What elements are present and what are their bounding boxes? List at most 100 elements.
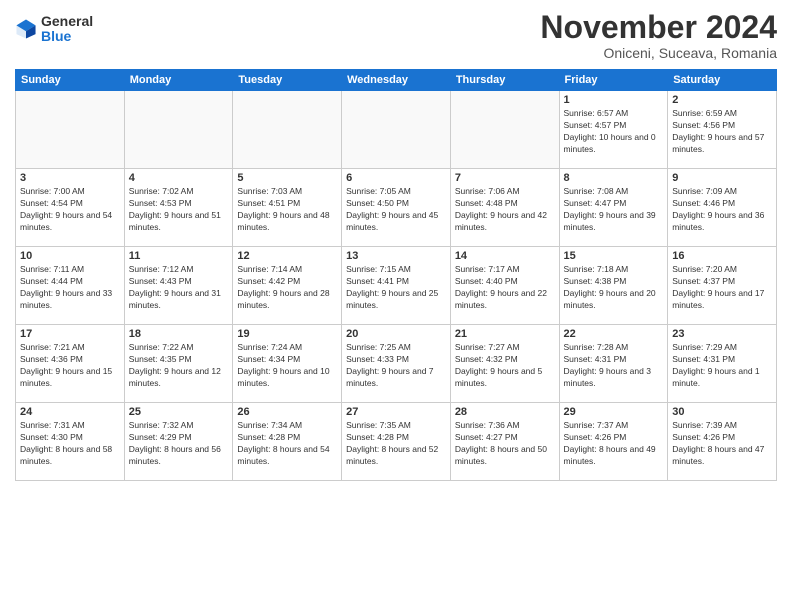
calendar-cell: 8 Sunrise: 7:08 AM Sunset: 4:47 PM Daylig… [559, 169, 668, 247]
day-number: 30 [672, 406, 772, 418]
day-info: Sunrise: 7:39 AM Sunset: 4:26 PM Dayligh… [672, 420, 772, 468]
calendar-cell: 16 Sunrise: 7:20 AM Sunset: 4:37 PM Dayli… [668, 247, 777, 325]
day-info: Sunrise: 7:28 AM Sunset: 4:31 PM Dayligh… [564, 342, 664, 390]
calendar-cell: 7 Sunrise: 7:06 AM Sunset: 4:48 PM Daylig… [450, 169, 559, 247]
day-info: Sunrise: 7:31 AM Sunset: 4:30 PM Dayligh… [20, 420, 120, 468]
calendar-cell: 9 Sunrise: 7:09 AM Sunset: 4:46 PM Daylig… [668, 169, 777, 247]
day-info: Sunrise: 7:14 AM Sunset: 4:42 PM Dayligh… [237, 264, 337, 312]
day-info: Sunrise: 7:15 AM Sunset: 4:41 PM Dayligh… [346, 264, 446, 312]
col-thursday: Thursday [450, 70, 559, 91]
day-number: 7 [455, 172, 555, 184]
day-number: 11 [129, 250, 229, 262]
calendar-cell [233, 91, 342, 169]
day-number: 10 [20, 250, 120, 262]
day-info: Sunrise: 7:37 AM Sunset: 4:26 PM Dayligh… [564, 420, 664, 468]
calendar-cell: 29 Sunrise: 7:37 AM Sunset: 4:26 PM Dayli… [559, 403, 668, 481]
day-info: Sunrise: 7:36 AM Sunset: 4:27 PM Dayligh… [455, 420, 555, 468]
day-number: 4 [129, 172, 229, 184]
calendar-table: Sunday Monday Tuesday Wednesday Thursday… [15, 69, 777, 481]
calendar-cell: 2Sunrise: 6:59 AM Sunset: 4:56 PM Daylig… [668, 91, 777, 169]
day-number: 5 [237, 172, 337, 184]
col-saturday: Saturday [668, 70, 777, 91]
calendar-cell: 28 Sunrise: 7:36 AM Sunset: 4:27 PM Dayli… [450, 403, 559, 481]
day-info: Sunrise: 7:00 AM Sunset: 4:54 PM Dayligh… [20, 186, 120, 234]
calendar-cell: 21 Sunrise: 7:27 AM Sunset: 4:32 PM Dayli… [450, 325, 559, 403]
calendar-cell: 4 Sunrise: 7:02 AM Sunset: 4:53 PM Daylig… [124, 169, 233, 247]
calendar-cell: 12 Sunrise: 7:14 AM Sunset: 4:42 PM Dayli… [233, 247, 342, 325]
calendar-week-row-5: 24 Sunrise: 7:31 AM Sunset: 4:30 PM Dayli… [16, 403, 777, 481]
calendar-cell: 20 Sunrise: 7:25 AM Sunset: 4:33 PM Dayli… [342, 325, 451, 403]
day-number: 26 [237, 406, 337, 418]
day-info: Sunrise: 7:21 AM Sunset: 4:36 PM Dayligh… [20, 342, 120, 390]
day-number: 17 [20, 328, 120, 340]
calendar-header-row: Sunday Monday Tuesday Wednesday Thursday… [16, 70, 777, 91]
day-number: 20 [346, 328, 446, 340]
calendar-cell [450, 91, 559, 169]
day-number: 27 [346, 406, 446, 418]
calendar-cell: 5Sunrise: 7:03 AM Sunset: 4:51 PM Daylig… [233, 169, 342, 247]
calendar-week-row-1: 1 Sunrise: 6:57 AM Sunset: 4:57 PM Daylig… [16, 91, 777, 169]
calendar-week-row-3: 10 Sunrise: 7:11 AM Sunset: 4:44 PM Dayli… [16, 247, 777, 325]
day-info: Sunrise: 7:18 AM Sunset: 4:38 PM Dayligh… [564, 264, 664, 312]
calendar-cell: 27 Sunrise: 7:35 AM Sunset: 4:28 PM Dayli… [342, 403, 451, 481]
day-number: 6 [346, 172, 446, 184]
day-number: 16 [672, 250, 772, 262]
calendar-cell: 1 Sunrise: 6:57 AM Sunset: 4:57 PM Daylig… [559, 91, 668, 169]
day-number: 28 [455, 406, 555, 418]
col-wednesday: Wednesday [342, 70, 451, 91]
day-info: Sunrise: 7:29 AM Sunset: 4:31 PM Dayligh… [672, 342, 772, 390]
day-info: Sunrise: 7:08 AM Sunset: 4:47 PM Dayligh… [564, 186, 664, 234]
day-info: Sunrise: 6:57 AM Sunset: 4:57 PM Dayligh… [564, 108, 664, 156]
header: General Blue November 2024 Oniceni, Suce… [15, 10, 777, 61]
calendar-cell: 18 Sunrise: 7:22 AM Sunset: 4:35 PM Dayli… [124, 325, 233, 403]
title-area: November 2024 Oniceni, Suceava, Romania [540, 10, 777, 61]
day-number: 18 [129, 328, 229, 340]
day-number: 13 [346, 250, 446, 262]
day-number: 3 [20, 172, 120, 184]
day-info: Sunrise: 7:22 AM Sunset: 4:35 PM Dayligh… [129, 342, 229, 390]
day-number: 14 [455, 250, 555, 262]
day-info: Sunrise: 6:59 AM Sunset: 4:56 PM Dayligh… [672, 108, 772, 156]
day-info: Sunrise: 7:11 AM Sunset: 4:44 PM Dayligh… [20, 264, 120, 312]
logo-general-text: General [41, 14, 93, 29]
calendar-cell: 26 Sunrise: 7:34 AM Sunset: 4:28 PM Dayli… [233, 403, 342, 481]
day-info: Sunrise: 7:17 AM Sunset: 4:40 PM Dayligh… [455, 264, 555, 312]
day-info: Sunrise: 7:34 AM Sunset: 4:28 PM Dayligh… [237, 420, 337, 468]
day-info: Sunrise: 7:12 AM Sunset: 4:43 PM Dayligh… [129, 264, 229, 312]
calendar-cell: 25Sunrise: 7:32 AM Sunset: 4:29 PM Dayli… [124, 403, 233, 481]
day-info: Sunrise: 7:20 AM Sunset: 4:37 PM Dayligh… [672, 264, 772, 312]
day-number: 19 [237, 328, 337, 340]
day-number: 12 [237, 250, 337, 262]
day-info: Sunrise: 7:24 AM Sunset: 4:34 PM Dayligh… [237, 342, 337, 390]
calendar-cell: 19 Sunrise: 7:24 AM Sunset: 4:34 PM Dayli… [233, 325, 342, 403]
day-info: Sunrise: 7:27 AM Sunset: 4:32 PM Dayligh… [455, 342, 555, 390]
day-number: 29 [564, 406, 664, 418]
calendar-cell: 14 Sunrise: 7:17 AM Sunset: 4:40 PM Dayli… [450, 247, 559, 325]
day-number: 8 [564, 172, 664, 184]
day-info: Sunrise: 7:02 AM Sunset: 4:53 PM Dayligh… [129, 186, 229, 234]
calendar-cell: 10 Sunrise: 7:11 AM Sunset: 4:44 PM Dayli… [16, 247, 125, 325]
calendar-cell: 11 Sunrise: 7:12 AM Sunset: 4:43 PM Dayli… [124, 247, 233, 325]
day-info: Sunrise: 7:06 AM Sunset: 4:48 PM Dayligh… [455, 186, 555, 234]
day-info: Sunrise: 7:32 AM Sunset: 4:29 PM Dayligh… [129, 420, 229, 468]
page: General Blue November 2024 Oniceni, Suce… [0, 0, 792, 612]
location: Oniceni, Suceava, Romania [540, 45, 777, 61]
calendar-cell: 13 Sunrise: 7:15 AM Sunset: 4:41 PM Dayli… [342, 247, 451, 325]
calendar-cell: 3 Sunrise: 7:00 AM Sunset: 4:54 PM Daylig… [16, 169, 125, 247]
logo-blue-text: Blue [41, 29, 93, 44]
day-info: Sunrise: 7:25 AM Sunset: 4:33 PM Dayligh… [346, 342, 446, 390]
calendar-cell: 23Sunrise: 7:29 AM Sunset: 4:31 PM Dayli… [668, 325, 777, 403]
calendar-cell: 15 Sunrise: 7:18 AM Sunset: 4:38 PM Dayli… [559, 247, 668, 325]
day-number: 9 [672, 172, 772, 184]
day-number: 21 [455, 328, 555, 340]
day-number: 1 [564, 94, 664, 106]
day-info: Sunrise: 7:09 AM Sunset: 4:46 PM Dayligh… [672, 186, 772, 234]
day-number: 24 [20, 406, 120, 418]
calendar-week-row-4: 17 Sunrise: 7:21 AM Sunset: 4:36 PM Dayli… [16, 325, 777, 403]
day-info: Sunrise: 7:05 AM Sunset: 4:50 PM Dayligh… [346, 186, 446, 234]
calendar-week-row-2: 3 Sunrise: 7:00 AM Sunset: 4:54 PM Daylig… [16, 169, 777, 247]
calendar-cell: 24 Sunrise: 7:31 AM Sunset: 4:30 PM Dayli… [16, 403, 125, 481]
day-info: Sunrise: 7:35 AM Sunset: 4:28 PM Dayligh… [346, 420, 446, 468]
day-number: 15 [564, 250, 664, 262]
col-friday: Friday [559, 70, 668, 91]
